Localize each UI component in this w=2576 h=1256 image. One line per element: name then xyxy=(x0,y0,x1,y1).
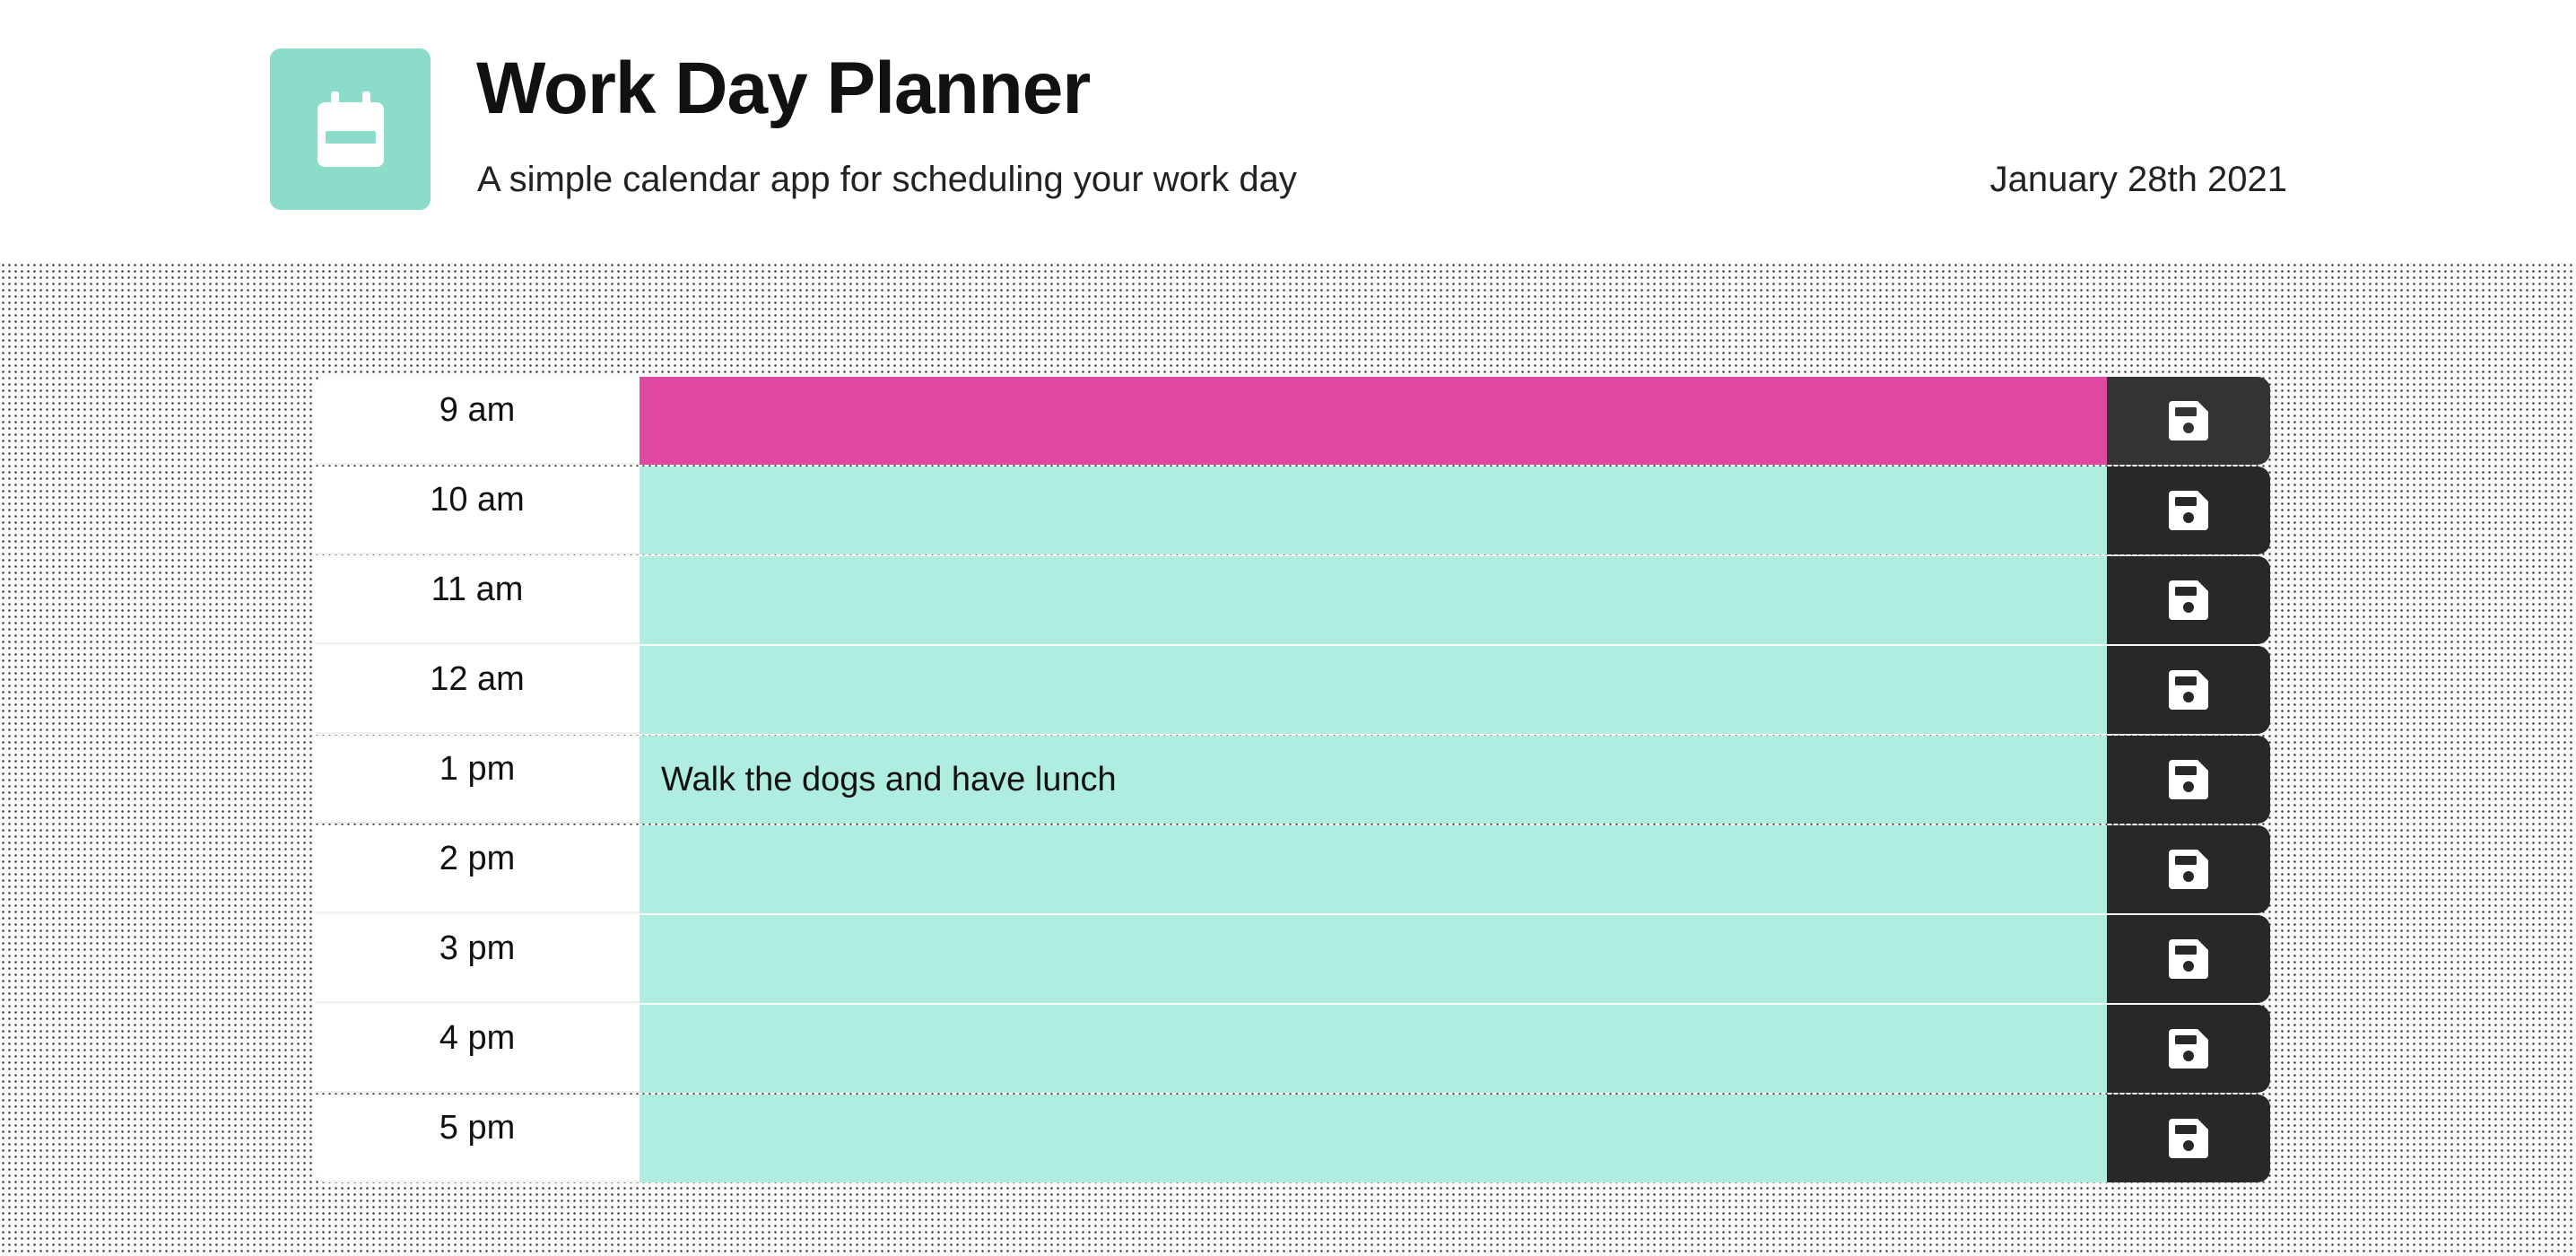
page-subtitle: A simple calendar app for scheduling you… xyxy=(477,160,1297,199)
hour-label: 1 pm xyxy=(315,736,640,824)
time-block-row: 11 am xyxy=(315,556,2270,646)
event-input[interactable] xyxy=(640,467,2107,554)
event-input[interactable] xyxy=(640,1005,2107,1093)
event-input[interactable] xyxy=(640,556,2107,644)
save-button[interactable] xyxy=(2107,646,2270,734)
save-button[interactable] xyxy=(2107,467,2270,554)
current-date: January 28th 2021 xyxy=(1989,160,2287,199)
hour-label: 10 am xyxy=(315,467,640,554)
floppy-disk-icon xyxy=(2167,938,2210,981)
event-input[interactable] xyxy=(640,646,2107,734)
time-block-row: 4 pm xyxy=(315,1005,2270,1095)
save-button[interactable] xyxy=(2107,825,2270,913)
floppy-disk-icon xyxy=(2167,399,2210,442)
time-block-row: 1 pm Walk the dogs and have lunch xyxy=(315,736,2270,825)
hour-label: 4 pm xyxy=(315,1005,640,1093)
floppy-disk-icon xyxy=(2167,758,2210,801)
hour-label: 3 pm xyxy=(315,915,640,1003)
save-button[interactable] xyxy=(2107,736,2270,824)
save-button[interactable] xyxy=(2107,377,2270,465)
floppy-disk-icon xyxy=(2167,848,2210,891)
floppy-disk-icon xyxy=(2167,1027,2210,1070)
floppy-disk-icon xyxy=(2167,579,2210,622)
event-input[interactable]: Walk the dogs and have lunch xyxy=(640,736,2107,824)
time-block-row: 5 pm xyxy=(315,1095,2270,1184)
save-button[interactable] xyxy=(2107,556,2270,644)
time-block-row: 9 am xyxy=(315,377,2270,467)
time-block-row: 3 pm xyxy=(315,915,2270,1005)
save-button[interactable] xyxy=(2107,915,2270,1003)
event-input[interactable] xyxy=(640,915,2107,1003)
page-header: Work Day Planner A simple calendar app f… xyxy=(0,0,2576,262)
calendar-icon xyxy=(317,92,384,167)
save-button[interactable] xyxy=(2107,1005,2270,1093)
event-input[interactable] xyxy=(640,825,2107,913)
hour-label: 2 pm xyxy=(315,825,640,913)
floppy-disk-icon xyxy=(2167,1117,2210,1160)
event-input[interactable] xyxy=(640,1095,2107,1182)
page-title: Work Day Planner xyxy=(476,48,1091,129)
hour-label: 11 am xyxy=(315,556,640,644)
event-input[interactable] xyxy=(640,377,2107,465)
time-block-row: 12 am xyxy=(315,646,2270,736)
floppy-disk-icon xyxy=(2167,668,2210,711)
planner-page: Work Day Planner A simple calendar app f… xyxy=(0,0,2576,1256)
time-block-list: 9 am 10 am 11 am 12 am 1 pm Walk the dogs and… xyxy=(315,377,2270,1184)
floppy-disk-icon xyxy=(2167,489,2210,532)
save-button[interactable] xyxy=(2107,1095,2270,1182)
hour-label: 9 am xyxy=(315,377,640,465)
app-logo xyxy=(270,48,431,210)
hour-label: 12 am xyxy=(315,646,640,734)
time-block-row: 10 am xyxy=(315,467,2270,556)
time-block-row: 2 pm xyxy=(315,825,2270,915)
hour-label: 5 pm xyxy=(315,1095,640,1182)
